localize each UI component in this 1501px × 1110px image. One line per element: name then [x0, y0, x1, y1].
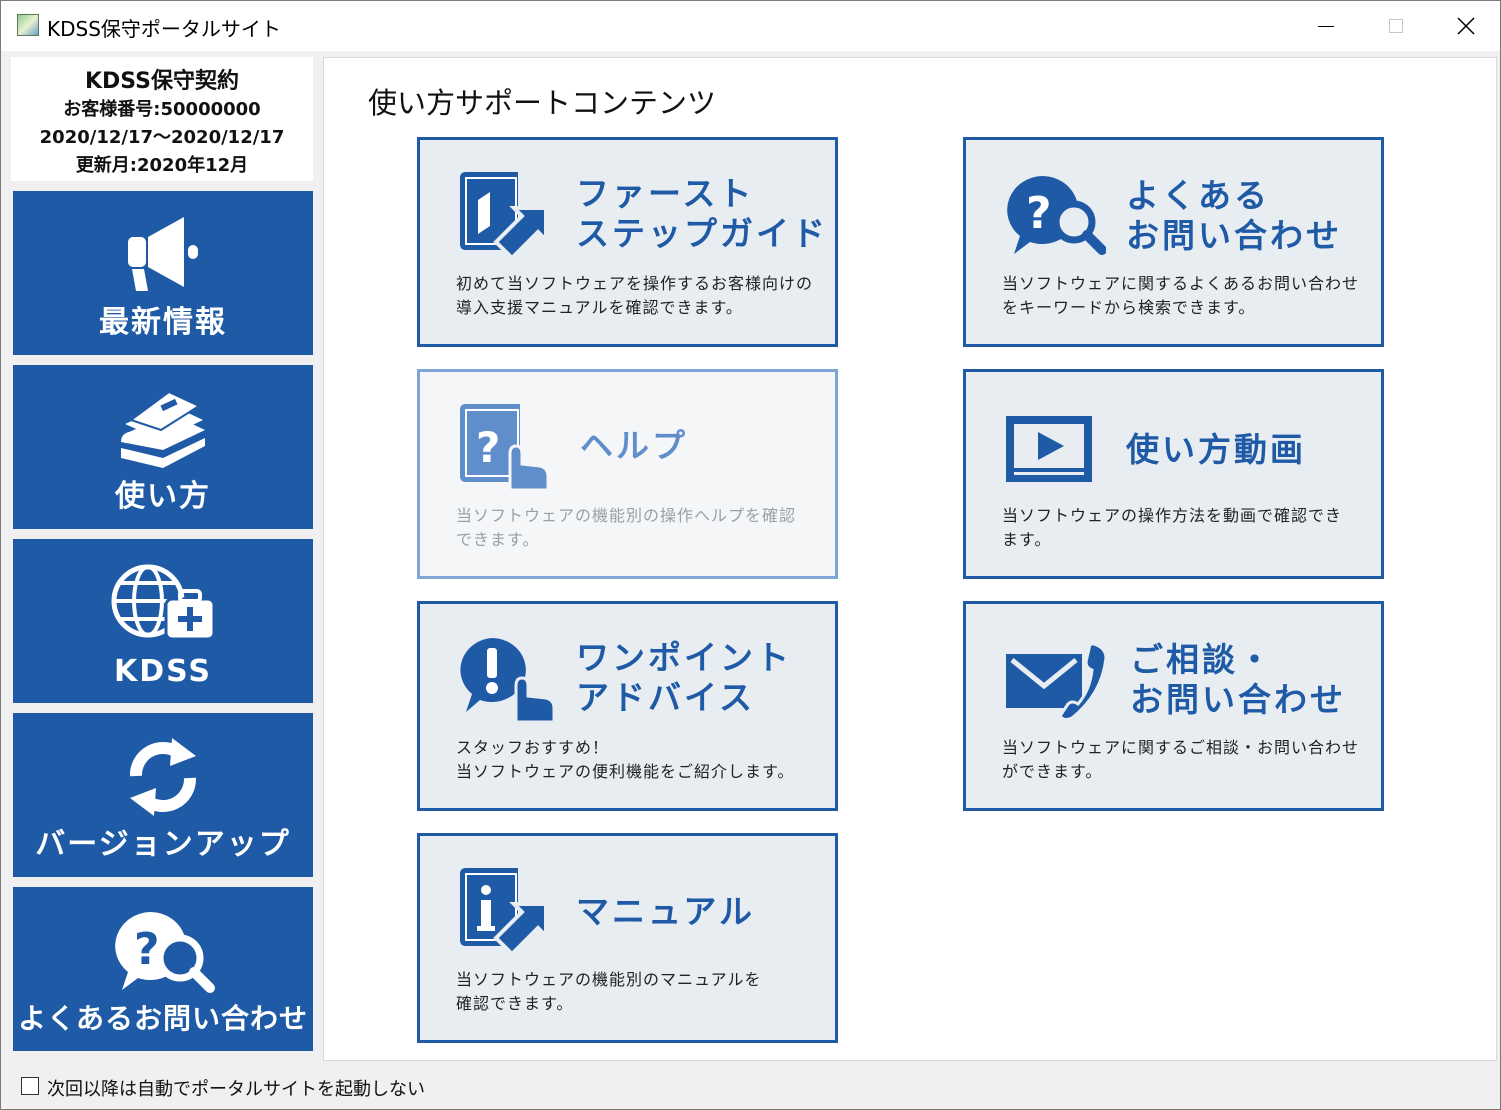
card-title: ご相談・	[1130, 640, 1274, 679]
books-icon	[13, 379, 313, 479]
sidebar-item-howto[interactable]: 使い方	[13, 365, 313, 529]
card-title: ワンポイント	[576, 638, 792, 677]
globe-medkit-icon	[13, 553, 313, 653]
card-desc-line: ます。	[1002, 530, 1052, 549]
card-desc-line: 当ソフトウェアに関するご相談・お問い合わせ	[1002, 738, 1360, 757]
no-autostart-checkbox[interactable]	[21, 1077, 39, 1095]
contract-title: KDSS保守契約	[84, 69, 239, 94]
book-arrow-icon	[456, 170, 556, 261]
window-title: KDSS保守ポータルサイト	[47, 17, 281, 41]
video-play-icon	[1002, 402, 1102, 492]
maximize-icon	[1389, 19, 1403, 33]
card-title: ステップガイド	[576, 214, 828, 253]
card-desc-line: 確認できます。	[456, 994, 574, 1013]
card-title: お問い合わせ	[1126, 216, 1342, 255]
card-title: 使い方動画	[1126, 430, 1306, 469]
card-description: スタッフおすすめ！ 当ソフトウェアの便利機能をご紹介します。	[456, 736, 816, 784]
card-desc-line: ができます。	[1002, 762, 1103, 781]
main-content: 使い方サポートコンテンツ ファースト ステップガイド 初めて当ソフトウェアを操作…	[323, 57, 1497, 1061]
faq-search-icon: ?	[1002, 170, 1107, 260]
sidebar-item-label: 使い方	[115, 479, 211, 514]
card-desc-line: 当ソフトウェアの操作方法を動画で確認でき	[1002, 506, 1343, 525]
card-help[interactable]: ? ヘルプ 当ソフトウェアの機能別の操作ヘルプを確認 できます。	[417, 369, 838, 579]
card-title: よくある	[1126, 176, 1270, 215]
card-faq[interactable]: ? よくある お問い合わせ 当ソフトウェアに関するよくあるお問い合わせ をキーワ…	[963, 137, 1384, 347]
renewal-month: 更新月:2020年12月	[75, 155, 249, 176]
minimize-icon	[1318, 25, 1334, 27]
card-desc-line: 当ソフトウェアの機能別のマニュアルを	[456, 970, 762, 989]
close-button[interactable]	[1431, 1, 1501, 51]
sidebar-item-label: 最新情報	[99, 305, 227, 340]
app-window: KDSS保守ポータルサイト KDSS保守契約 お客様番号:50000000 20…	[0, 0, 1501, 1110]
card-desc-line: できます。	[456, 530, 540, 549]
title-bar[interactable]: KDSS保守ポータルサイト	[1, 1, 1500, 51]
footer: 次回以降は自動でポータルサイトを起動しない	[1, 1063, 1500, 1109]
card-first-step-guide[interactable]: ファースト ステップガイド 初めて当ソフトウェアを操作するお客様向けの 導入支援…	[417, 137, 838, 347]
minimize-button[interactable]	[1291, 1, 1361, 51]
megaphone-icon	[13, 205, 313, 305]
card-description: 当ソフトウェアの機能別のマニュアルを 確認できます。	[456, 968, 816, 1016]
card-title: ファースト	[576, 174, 755, 213]
sidebar-item-label: よくあるお問い合わせ	[17, 1002, 308, 1035]
card-description: 当ソフトウェアに関するご相談・お問い合わせ ができます。	[1002, 736, 1362, 784]
card-consultation[interactable]: ご相談・ お問い合わせ 当ソフトウェアに関するご相談・お問い合わせ ができます。	[963, 601, 1384, 811]
sidebar-item-faq[interactable]: ? よくあるお問い合わせ	[13, 887, 313, 1051]
info-book-icon	[456, 866, 556, 957]
svg-text:?: ?	[134, 924, 160, 975]
card-manual[interactable]: マニュアル 当ソフトウェアの機能別のマニュアルを 確認できます。	[417, 833, 838, 1043]
card-title: マニュアル	[576, 892, 756, 931]
sidebar-item-version-up[interactable]: バージョンアップ	[13, 713, 313, 877]
svg-text:?: ?	[476, 423, 500, 472]
no-autostart-label[interactable]: 次回以降は自動でポータルサイトを起動しない	[47, 1075, 425, 1101]
faq-search-icon: ?	[13, 901, 313, 1001]
mail-phone-icon	[1002, 634, 1108, 724]
sidebar-item-news[interactable]: 最新情報	[13, 191, 313, 355]
maximize-button[interactable]	[1361, 1, 1431, 51]
card-one-point-advice[interactable]: ワンポイント アドバイス スタッフおすすめ！ 当ソフトウェアの便利機能をご紹介し…	[417, 601, 838, 811]
sidebar-item-kdss[interactable]: KDSS	[13, 539, 313, 703]
card-description: 初めて当ソフトウェアを操作するお客様向けの 導入支援マニュアルを確認できます。	[456, 272, 816, 320]
card-desc-line: 当ソフトウェアに関するよくあるお問い合わせ	[1002, 274, 1360, 293]
contract-info: KDSS保守契約 お客様番号:50000000 2020/12/17～2020/…	[11, 57, 313, 181]
card-description: 当ソフトウェアに関するよくあるお問い合わせ をキーワードから検索できます。	[1002, 272, 1362, 320]
card-desc-line: 初めて当ソフトウェアを操作するお客様向けの	[456, 274, 814, 293]
card-title: お問い合わせ	[1130, 680, 1346, 719]
card-desc-line: 当ソフトウェアの便利機能をご紹介します。	[456, 762, 795, 781]
page-title: 使い方サポートコンテンツ	[368, 86, 717, 120]
exclamation-hand-icon	[456, 634, 556, 724]
card-video[interactable]: 使い方動画 当ソフトウェアの操作方法を動画で確認でき ます。	[963, 369, 1384, 579]
card-desc-line: 当ソフトウェアの機能別の操作ヘルプを確認	[456, 506, 797, 525]
card-description: 当ソフトウェアの操作方法を動画で確認でき ます。	[1002, 504, 1362, 552]
refresh-icon	[13, 727, 313, 827]
help-book-icon: ?	[456, 402, 556, 492]
sidebar-item-label: バージョンアップ	[35, 827, 291, 862]
card-title: ヘルプ	[580, 426, 688, 465]
card-title: アドバイス	[576, 678, 756, 717]
card-desc-line: 導入支援マニュアルを確認できます。	[456, 298, 743, 317]
card-desc-line: をキーワードから検索できます。	[1002, 298, 1256, 317]
contract-period: 2020/12/17～2020/12/17	[39, 127, 285, 148]
sidebar: KDSS保守契約 お客様番号:50000000 2020/12/17～2020/…	[11, 57, 313, 1053]
customer-number: お客様番号:50000000	[63, 99, 261, 120]
sidebar-item-label: KDSS	[113, 654, 212, 689]
svg-text:?: ?	[1026, 188, 1052, 239]
card-description: 当ソフトウェアの機能別の操作ヘルプを確認 できます。	[456, 504, 816, 552]
app-icon	[17, 14, 39, 36]
card-desc-line: スタッフおすすめ！	[456, 738, 610, 757]
close-icon	[1457, 17, 1475, 35]
